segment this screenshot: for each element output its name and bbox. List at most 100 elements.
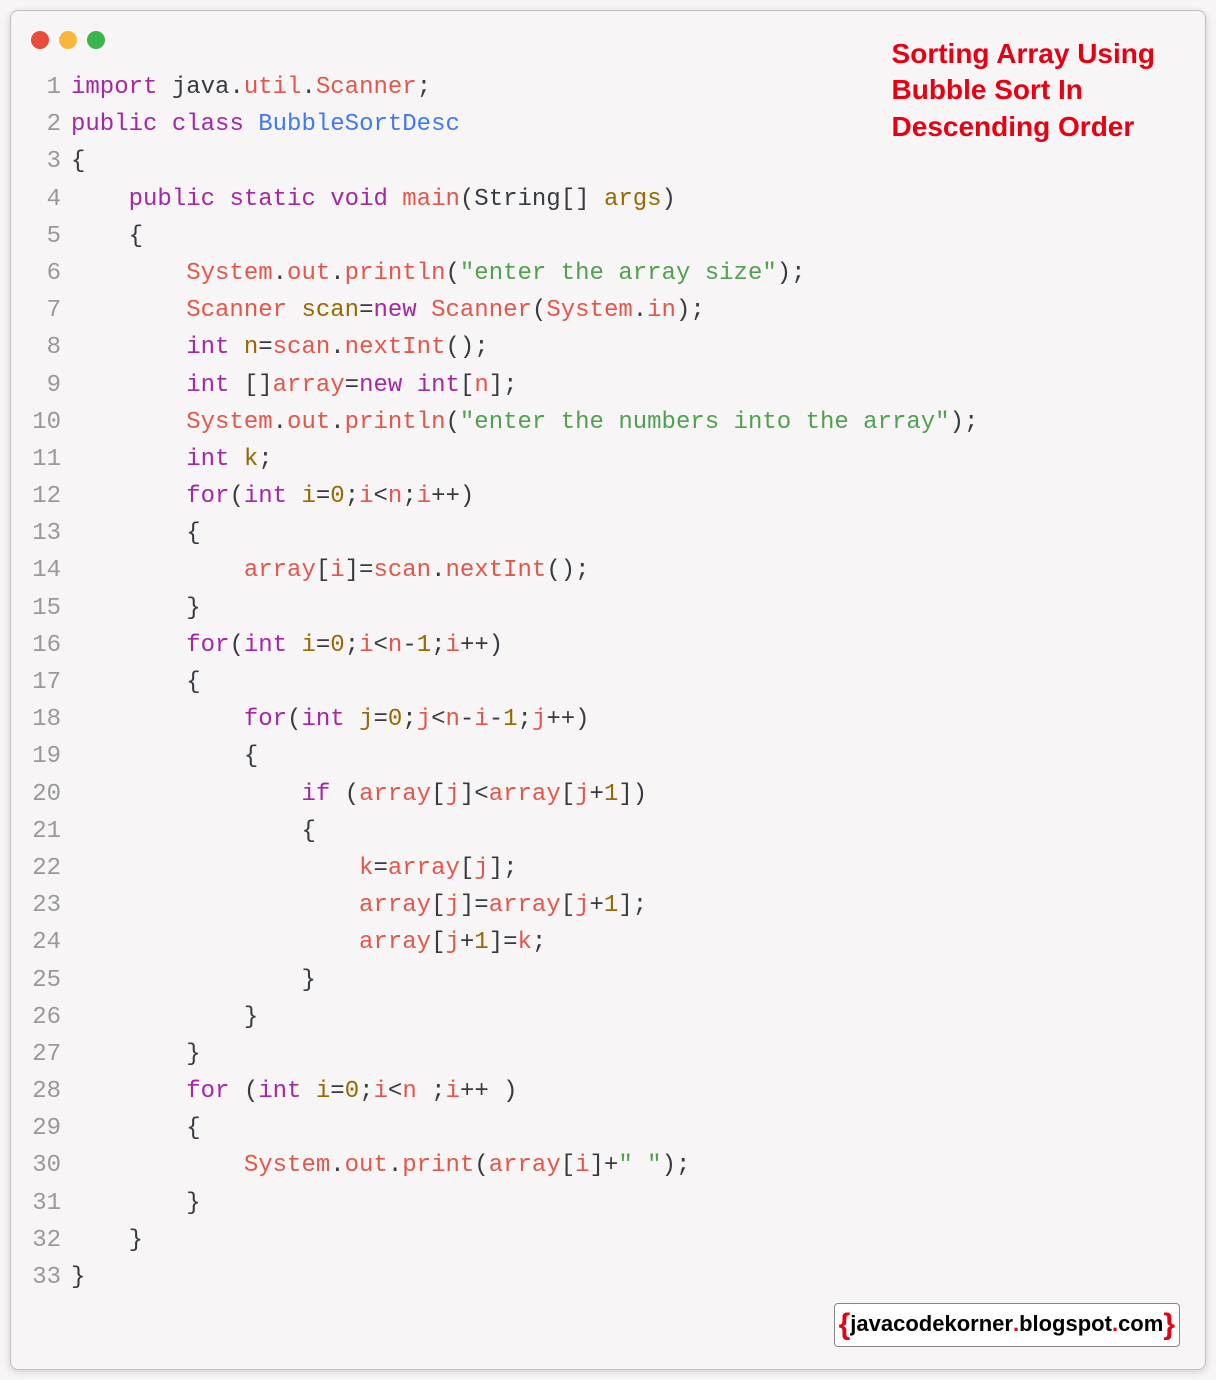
line-number: 23: [31, 887, 71, 924]
code-token: -: [460, 706, 474, 733]
code-token: <: [388, 1078, 402, 1105]
code-token: [71, 929, 359, 956]
code-token: -: [402, 632, 416, 659]
code-token: 1: [604, 892, 618, 919]
code-token: [301, 1078, 315, 1105]
line-number: 7: [31, 292, 71, 329]
code-line: 4 public static void main(String[] args): [31, 181, 1185, 218]
code-token: ]): [618, 781, 647, 808]
code-token: [71, 855, 359, 882]
code-token: k: [244, 446, 258, 473]
line-number: 27: [31, 1036, 71, 1073]
code-token: array: [273, 372, 345, 399]
code-token: []: [561, 186, 604, 213]
line-number: 2: [31, 106, 71, 143]
line-number: 6: [31, 255, 71, 292]
code-token: util: [244, 74, 302, 101]
code-line: 10 System.out.println("enter the numbers…: [31, 404, 1185, 441]
code-token: public: [129, 186, 215, 213]
code-token: i: [474, 706, 488, 733]
code-token: ;: [518, 706, 532, 733]
code-token: i: [446, 632, 460, 659]
code-token: ]<: [460, 781, 489, 808]
code-token: {: [244, 743, 258, 770]
heading-title: Sorting Array UsingBubble Sort InDescend…: [892, 36, 1155, 145]
footer-tld: com: [1118, 1311, 1163, 1336]
code-content: System.out.print(array[i]+" ");: [71, 1147, 1185, 1184]
code-line: 3{: [31, 143, 1185, 180]
code-token: =: [373, 706, 387, 733]
code-token: ;: [345, 483, 359, 510]
code-token: [229, 1078, 243, 1105]
code-token: i: [446, 1078, 460, 1105]
code-token: [71, 483, 186, 510]
code-token: String: [474, 186, 560, 213]
footer-domain: javacodekorner: [850, 1311, 1013, 1336]
code-content: {: [71, 664, 1185, 701]
code-line: 29 {: [31, 1110, 1185, 1147]
code-token: [71, 260, 186, 287]
code-token: [71, 632, 186, 659]
code-token: ++ ): [460, 1078, 518, 1105]
code-token: ;: [345, 632, 359, 659]
code-token: [287, 632, 301, 659]
code-token: =: [316, 483, 330, 510]
maximize-icon[interactable]: [87, 31, 105, 49]
code-token: }: [244, 1004, 258, 1031]
code-token: 1: [604, 781, 618, 808]
code-token: out: [287, 409, 330, 436]
code-token: [: [561, 892, 575, 919]
code-token: ++): [431, 483, 474, 510]
code-token: [: [431, 892, 445, 919]
code-token: ;: [402, 706, 416, 733]
code-content: k=array[j];: [71, 850, 1185, 887]
minimize-icon[interactable]: [59, 31, 77, 49]
code-token: i: [330, 557, 344, 584]
code-token: (: [446, 409, 460, 436]
code-token: []: [244, 372, 273, 399]
code-token: i: [359, 632, 373, 659]
code-token: scan: [273, 334, 331, 361]
code-token: int: [186, 334, 229, 361]
code-token: {: [186, 1115, 200, 1142]
code-token: [71, 557, 244, 584]
code-token: ();: [546, 557, 589, 584]
footer-suffix: blogspot: [1019, 1311, 1112, 1336]
line-number: 14: [31, 552, 71, 589]
code-content: }: [71, 1036, 1185, 1073]
code-token: "enter the array size": [460, 260, 777, 287]
code-token: (: [287, 706, 301, 733]
code-content: array[j]=array[j+1];: [71, 887, 1185, 924]
close-icon[interactable]: [31, 31, 49, 49]
code-token: array: [359, 892, 431, 919]
code-token: j: [417, 706, 431, 733]
code-token: ): [662, 186, 676, 213]
code-line: 20 if (array[j]<array[j+1]): [31, 776, 1185, 813]
code-token: [229, 372, 243, 399]
code-token: i: [301, 632, 315, 659]
code-token: ]=: [460, 892, 489, 919]
code-content: {: [71, 813, 1185, 850]
code-token: int: [186, 446, 229, 473]
code-token: ]+: [590, 1152, 619, 1179]
code-line: 17 {: [31, 664, 1185, 701]
code-content: for(int i=0;i<n;i++): [71, 478, 1185, 515]
code-token: main: [402, 186, 460, 213]
code-token: int: [244, 632, 287, 659]
code-token: out: [287, 260, 330, 287]
code-token: ];: [489, 855, 518, 882]
code-token: array: [489, 781, 561, 808]
code-token: i: [417, 483, 431, 510]
line-number: 33: [31, 1259, 71, 1296]
code-token: [229, 334, 243, 361]
code-line: 18 for(int j=0;j<n-i-1;j++): [31, 701, 1185, 738]
line-number: 17: [31, 664, 71, 701]
line-number: 22: [31, 850, 71, 887]
code-line: 7 Scanner scan=new Scanner(System.in);: [31, 292, 1185, 329]
line-number: 1: [31, 69, 71, 106]
code-token: [215, 186, 229, 213]
line-number: 15: [31, 590, 71, 627]
code-token: [71, 409, 186, 436]
code-content: if (array[j]<array[j+1]): [71, 776, 1185, 813]
code-token: +: [590, 781, 604, 808]
